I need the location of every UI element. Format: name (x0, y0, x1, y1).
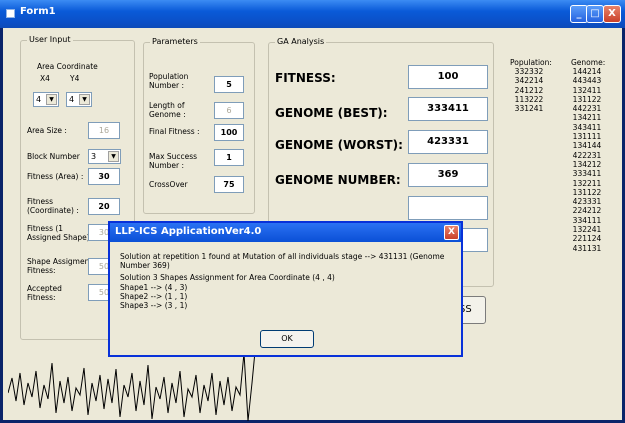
ga-extra-field-1[interactable] (408, 196, 488, 220)
list-item: 132241 (572, 225, 602, 235)
list-item: 333411 (572, 169, 602, 179)
list-item: 144214 (572, 67, 602, 76)
list-item: 131111 (572, 132, 602, 142)
population-number-label-1: Population (149, 72, 189, 81)
chevron-down-icon[interactable]: ▼ (79, 94, 90, 105)
list-item: 422231 (572, 150, 602, 160)
fitness-assigned-label-2: Assigned Shape) : (27, 233, 95, 242)
list-item: 113222 (514, 94, 544, 104)
genome-length-label-1: Length of (149, 101, 185, 110)
fitness-area-label: Fitness (Area) : (27, 172, 84, 181)
genome-best-field[interactable]: 333411 (408, 97, 488, 121)
y-coordinate-select[interactable]: 4 ▼ (66, 92, 92, 107)
shape-assignment-label-2: Fitness: (27, 266, 56, 275)
dialog-message-line-5: Shape3 --> (3 , 1) (120, 301, 188, 310)
genome-list-header: Genome: (571, 58, 606, 67)
window-title: Form1 (20, 6, 56, 17)
max-success-label-1: Max Success (149, 152, 198, 161)
crossover-field[interactable]: 75 (214, 176, 244, 193)
y-coordinate-value: 4 (69, 95, 75, 104)
genome-number-label: GENOME NUMBER: (275, 173, 401, 187)
population-list[interactable]: 332332 342214 241212 113222 331241 (510, 67, 548, 113)
list-item: 431131 (572, 243, 602, 253)
max-success-label-2: Number : (149, 161, 185, 170)
fitness-assigned-label-1: Fitness (1 (27, 224, 64, 233)
close-button[interactable]: X (603, 5, 621, 23)
list-item: 343411 (572, 122, 602, 132)
dialog-message-line-1: Solution at repetition 1 found at Mutati… (120, 252, 445, 270)
genome-worst-label: GENOME (WORST): (275, 138, 403, 152)
title-bar[interactable]: Form1 _ □ X (0, 0, 625, 28)
block-number-value: 3 (91, 152, 97, 161)
genome-length-field[interactable]: 6 (214, 102, 244, 119)
list-item: 134144 (572, 141, 602, 151)
genome-worst-field[interactable]: 423331 (408, 130, 488, 154)
user-input-legend: User Input (27, 35, 73, 44)
population-number-label-2: Number : (149, 81, 185, 90)
max-success-field[interactable]: 1 (214, 149, 244, 166)
fitness-coordinate-label-1: Fitness (27, 197, 53, 206)
accepted-fitness-label-1: Accepted (27, 284, 62, 293)
x-coordinate-select[interactable]: 4 ▼ (33, 92, 59, 107)
dialog-message-line-4: Shape2 --> (1 , 1) (120, 292, 188, 301)
ok-button[interactable]: OK (260, 330, 314, 348)
list-item: 134212 (572, 159, 602, 169)
area-size-field[interactable]: 16 (88, 122, 120, 139)
list-item: 331241 (514, 104, 544, 114)
ga-analysis-legend: GA Analysis (275, 37, 327, 46)
shape-assignment-label-1: Shape Assigment (27, 257, 93, 266)
block-number-select[interactable]: 3 ▼ (88, 149, 121, 164)
list-item: 221124 (572, 234, 602, 244)
form-content: User Input Area Coordinate X4 Y4 4 ▼ 4 ▼… (0, 28, 619, 422)
list-item: 423331 (572, 197, 602, 207)
list-item: 332332 (514, 67, 544, 76)
x-coordinate-value: 4 (36, 95, 42, 104)
list-item: 224212 (572, 206, 602, 216)
population-list-header: Population: (510, 58, 552, 67)
list-item: 443443 (572, 76, 602, 86)
fitness-area-field[interactable]: 30 (88, 168, 120, 185)
area-coordinate-label: Area Coordinate (37, 62, 98, 71)
maximize-button[interactable]: □ (586, 5, 604, 23)
dialog-message-line-2: Solution 3 Shapes Assignment for Area Co… (120, 273, 335, 282)
list-item: 131122 (572, 94, 602, 104)
list-item: 342214 (514, 76, 544, 86)
list-item: 132411 (572, 85, 602, 95)
chevron-down-icon[interactable]: ▼ (108, 151, 119, 162)
crossover-label: CrossOver (149, 180, 188, 189)
fitness-coordinate-field[interactable]: 20 (88, 198, 120, 215)
dialog-title: LLP-ICS ApplicationVer4.0 (115, 226, 262, 237)
fitness-coordinate-label-2: (Coordinate) : (27, 206, 79, 215)
genome-length-label-2: Genome : (149, 110, 186, 119)
list-item: 241212 (514, 85, 544, 95)
dialog-close-button[interactable]: X (444, 225, 459, 240)
y-label: Y4 (70, 74, 80, 83)
accepted-fitness-label-2: Fitness: (27, 293, 56, 302)
app-icon (6, 9, 15, 18)
genome-list[interactable]: 144214 443443 132411 131122 442231 13421… (568, 67, 606, 253)
parameters-legend: Parameters (150, 37, 200, 46)
x-label: X4 (40, 74, 50, 83)
block-number-label: Block Number (27, 152, 80, 161)
list-item: 442231 (572, 104, 602, 114)
genome-best-label: GENOME (BEST): (275, 106, 388, 120)
final-fitness-field[interactable]: 100 (214, 124, 244, 141)
population-number-field[interactable]: 5 (214, 76, 244, 93)
chevron-down-icon[interactable]: ▼ (46, 94, 57, 105)
fitness-result-label: FITNESS: (275, 71, 336, 85)
list-item: 131122 (572, 187, 602, 197)
area-size-label: Area Size : (27, 126, 67, 135)
list-item: 334111 (572, 215, 602, 225)
fitness-result-field[interactable]: 100 (408, 65, 488, 89)
list-item: 134211 (572, 113, 602, 123)
final-fitness-label: Final Fitness : (149, 127, 200, 136)
list-item: 132211 (572, 178, 602, 188)
genome-number-field[interactable]: 369 (408, 163, 488, 187)
dialog-title-bar[interactable]: LLP-ICS ApplicationVer4.0 (110, 223, 461, 242)
dialog-message-line-3: Shape1 --> (4 , 3) (120, 283, 188, 292)
message-dialog: LLP-ICS ApplicationVer4.0 X Solution at … (108, 221, 463, 357)
